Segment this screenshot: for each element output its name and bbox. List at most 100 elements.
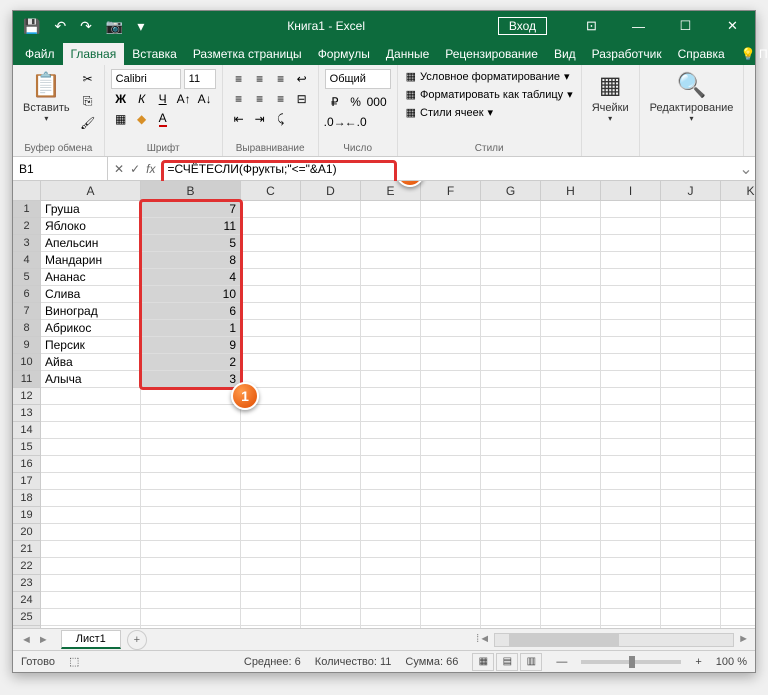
cell[interactable] (481, 575, 541, 592)
cell[interactable] (481, 422, 541, 439)
font-color-icon[interactable]: A (153, 109, 173, 129)
align-right-icon[interactable]: ≡ (271, 89, 291, 109)
cell[interactable] (41, 541, 141, 558)
cell[interactable] (481, 201, 541, 218)
cell[interactable] (721, 490, 755, 507)
cell[interactable] (661, 439, 721, 456)
cell[interactable]: 11 (141, 218, 241, 235)
row-header[interactable]: 11 (13, 371, 41, 388)
cell[interactable] (601, 507, 661, 524)
cell[interactable] (301, 422, 361, 439)
cell[interactable] (41, 609, 141, 626)
orientation-icon[interactable]: ⤹ (271, 109, 291, 129)
cell[interactable]: Мандарин (41, 252, 141, 269)
cell[interactable] (661, 303, 721, 320)
cell[interactable] (301, 456, 361, 473)
add-sheet-button[interactable]: + (127, 630, 147, 650)
cell[interactable] (141, 626, 241, 628)
cell[interactable] (361, 524, 421, 541)
increase-decimal-icon[interactable]: .0→ (325, 112, 345, 132)
grid[interactable]: 2 ABCDEFGHIJK1Груша72Яблоко113Апельсин54… (13, 181, 755, 628)
row-header[interactable]: 26 (13, 626, 41, 628)
save-icon[interactable]: 💾 (23, 18, 40, 35)
sheet-nav-prev-icon[interactable]: ◄ (21, 634, 32, 646)
row-header[interactable]: 20 (13, 524, 41, 541)
cell[interactable] (541, 354, 601, 371)
cell[interactable]: Груша (41, 201, 141, 218)
cell[interactable] (241, 354, 301, 371)
cell[interactable] (241, 235, 301, 252)
cell[interactable] (721, 388, 755, 405)
cell[interactable] (421, 439, 481, 456)
bold-icon[interactable]: Ж (111, 89, 131, 109)
cell[interactable] (601, 456, 661, 473)
cell[interactable] (661, 354, 721, 371)
zoom-out-icon[interactable]: — (556, 656, 567, 668)
paste-button[interactable]: 📋 Вставить▾ (19, 69, 74, 125)
column-header[interactable]: B (141, 181, 241, 200)
row-header[interactable]: 23 (13, 575, 41, 592)
row-header[interactable]: 6 (13, 286, 41, 303)
cell[interactable] (541, 456, 601, 473)
cell[interactable] (661, 405, 721, 422)
row-header[interactable]: 19 (13, 507, 41, 524)
format-painter-icon[interactable]: 🖌 (78, 113, 98, 133)
cell[interactable] (421, 558, 481, 575)
cell[interactable] (481, 218, 541, 235)
cell[interactable] (41, 422, 141, 439)
cell[interactable] (721, 286, 755, 303)
cell[interactable] (661, 609, 721, 626)
cell[interactable] (241, 558, 301, 575)
cell[interactable] (361, 252, 421, 269)
row-header[interactable]: 15 (13, 439, 41, 456)
cell[interactable]: 10 (141, 286, 241, 303)
cell[interactable] (141, 388, 241, 405)
cell[interactable] (481, 371, 541, 388)
cell[interactable] (421, 371, 481, 388)
cell[interactable] (241, 218, 301, 235)
cell[interactable] (541, 269, 601, 286)
cells-button[interactable]: ▦ Ячейки▾ (588, 69, 633, 125)
cell[interactable] (721, 609, 755, 626)
cell[interactable]: Виноград (41, 303, 141, 320)
cell[interactable] (301, 286, 361, 303)
cell[interactable] (601, 286, 661, 303)
cell[interactable] (421, 354, 481, 371)
tab-file[interactable]: Файл (17, 43, 63, 65)
row-header[interactable]: 22 (13, 558, 41, 575)
cell[interactable] (661, 507, 721, 524)
cell[interactable] (361, 439, 421, 456)
cell[interactable] (241, 473, 301, 490)
cell[interactable]: Алыча (41, 371, 141, 388)
cell[interactable] (241, 490, 301, 507)
cell[interactable] (361, 320, 421, 337)
cell[interactable] (301, 439, 361, 456)
cell[interactable] (721, 337, 755, 354)
cell[interactable] (661, 524, 721, 541)
column-header[interactable]: G (481, 181, 541, 200)
cell[interactable] (661, 337, 721, 354)
cell[interactable] (721, 592, 755, 609)
cell[interactable] (601, 371, 661, 388)
cell[interactable] (541, 235, 601, 252)
tab-home[interactable]: Главная (63, 43, 125, 65)
cell[interactable] (721, 252, 755, 269)
conditional-formatting-button[interactable]: ▦ Условное форматирование ▾ (404, 69, 575, 84)
cell[interactable] (601, 235, 661, 252)
cell[interactable] (301, 269, 361, 286)
cell[interactable] (661, 252, 721, 269)
view-pagebreak-icon[interactable]: ▥ (520, 653, 542, 671)
cell[interactable] (361, 405, 421, 422)
cell[interactable] (601, 201, 661, 218)
editing-button[interactable]: 🔍 Редактирование▾ (646, 69, 738, 125)
column-header[interactable]: F (421, 181, 481, 200)
cell[interactable] (361, 201, 421, 218)
cell[interactable] (361, 626, 421, 628)
cell[interactable] (421, 609, 481, 626)
cell[interactable] (141, 609, 241, 626)
redo-icon[interactable]: ↷ (80, 18, 92, 35)
align-left-icon[interactable]: ≡ (229, 89, 249, 109)
cell[interactable] (141, 524, 241, 541)
row-header[interactable]: 3 (13, 235, 41, 252)
tab-help[interactable]: Справка (670, 43, 733, 65)
